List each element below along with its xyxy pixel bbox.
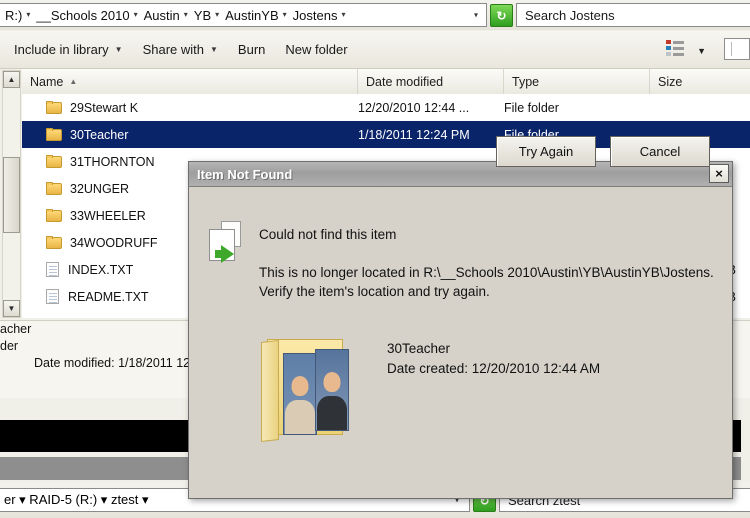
cancel-button[interactable]: Cancel xyxy=(610,136,710,167)
cell-name: 29Stewart K xyxy=(22,101,358,115)
table-row[interactable]: 29Stewart K 12/20/2010 12:44 ... File fold… xyxy=(22,94,750,121)
cmd-label: New folder xyxy=(285,42,348,57)
column-label: Date modified xyxy=(366,74,444,89)
breadcrumb-item[interactable]: YB xyxy=(191,8,214,23)
folder-icon xyxy=(46,209,62,222)
preview-pane-button[interactable] xyxy=(724,38,750,60)
sort-ascending-icon: ▲ xyxy=(69,77,78,86)
refresh-button[interactable]: ↻ xyxy=(490,4,513,27)
breadcrumb-item[interactable]: R:) xyxy=(2,8,25,23)
text-file-icon xyxy=(46,289,59,304)
vertical-scrollbar[interactable]: ▲ ▼ xyxy=(2,70,21,318)
bottom-breadcrumb-text: er ▾ RAID-5 (R:) ▾ ztest ▾ xyxy=(4,492,149,507)
column-header: Name ▲ Date modified Type Size xyxy=(22,69,750,95)
close-icon[interactable]: × xyxy=(709,164,729,183)
view-dropdown-arrow-icon[interactable]: ▼ xyxy=(697,46,706,56)
photo-thumbnail-1 xyxy=(283,353,317,435)
breadcrumb-item[interactable]: __Schools 2010 xyxy=(33,8,132,23)
address-bar: R:) ▾ __Schools 2010 ▾ Austin ▾ YB ▾ AustinYB ▾ Jo… xyxy=(0,0,750,30)
chevron-down-icon[interactable]: ▾ xyxy=(340,11,348,19)
scroll-up-button[interactable]: ▲ xyxy=(3,71,20,88)
item-not-found-dialog: Item Not Found × Could not find this ite… xyxy=(188,136,733,499)
column-label: Size xyxy=(658,74,683,89)
cell-type: File folder xyxy=(504,100,559,115)
cmd-burn[interactable]: Burn xyxy=(232,38,271,61)
cmd-share-with[interactable]: Share with ▼ xyxy=(137,38,224,61)
cmd-label: Include in library xyxy=(14,42,109,57)
folder-icon xyxy=(46,236,62,249)
breadcrumb-items: R:) ▾ __Schools 2010 ▾ Austin ▾ YB ▾ AustinYB ▾ Jo… xyxy=(2,8,348,23)
dialog-message: This is no longer located in R:\__School… xyxy=(259,265,714,299)
cmd-include-in-library[interactable]: Include in library ▼ xyxy=(8,38,129,61)
search-text: Search Jostens xyxy=(525,7,615,23)
dialog-button-row: Try Again Cancel xyxy=(496,136,710,167)
chevron-down-icon[interactable]: ▾ xyxy=(282,11,290,19)
photo-thumbnail-2 xyxy=(315,349,349,431)
refresh-icon: ↻ xyxy=(496,8,507,23)
file-name-label: 34WOODRUFF xyxy=(70,235,158,250)
search-input[interactable]: Search Jostens xyxy=(516,3,750,27)
folder-thumbnail xyxy=(261,333,357,443)
column-label: Type xyxy=(512,74,540,89)
folder-icon xyxy=(46,182,62,195)
file-name-label: README.TXT xyxy=(68,289,149,304)
command-bar: Include in library ▼ Share with ▼ Burn N… xyxy=(0,31,750,69)
file-name-label: INDEX.TXT xyxy=(68,262,134,277)
file-name-label: 31THORNTON xyxy=(70,154,155,169)
text-file-icon xyxy=(46,262,59,277)
file-name-label: 32UNGER xyxy=(70,181,130,196)
cmd-label: Share with xyxy=(142,42,204,57)
cell-date-modified: 1/18/2011 12:24 PM xyxy=(358,127,470,142)
chevron-down-icon: ▼ xyxy=(114,45,123,54)
breadcrumb[interactable]: R:) ▾ __Schools 2010 ▾ Austin ▾ YB ▾ AustinYB ▾ Jo… xyxy=(0,3,487,27)
scroll-down-button[interactable]: ▼ xyxy=(3,300,20,317)
file-name-label: 30Teacher xyxy=(70,127,129,142)
screen: R:) ▾ __Schools 2010 ▾ Austin ▾ YB ▾ AustinYB ▾ Jo… xyxy=(0,0,750,518)
chevron-down-icon[interactable]: ▾ xyxy=(474,11,478,20)
dialog-item-name: 30Teacher xyxy=(387,341,451,356)
scrollbar-thumb[interactable] xyxy=(3,157,20,233)
dialog-heading: Could not find this item xyxy=(259,227,397,242)
chevron-down-icon[interactable]: ▾ xyxy=(183,11,191,19)
folder-icon xyxy=(46,101,62,114)
column-name[interactable]: Name ▲ xyxy=(22,69,358,94)
try-again-button[interactable]: Try Again xyxy=(496,136,596,167)
folder-icon xyxy=(46,155,62,168)
chevron-down-icon[interactable]: ▾ xyxy=(133,11,141,19)
column-label: Name xyxy=(30,74,64,89)
item-not-found-icon xyxy=(207,221,251,269)
dialog-title: Item Not Found xyxy=(197,166,293,182)
chevron-down-icon: ▼ xyxy=(210,45,218,54)
cmd-new-folder[interactable]: New folder xyxy=(279,38,353,61)
view-layout-icon[interactable] xyxy=(666,40,686,58)
breadcrumb-item[interactable]: AustinYB xyxy=(222,8,281,23)
column-size[interactable]: Size xyxy=(650,69,750,94)
cmd-label: Burn xyxy=(237,42,266,57)
column-date-modified[interactable]: Date modified xyxy=(358,69,504,94)
dialog-item-date-created: Date created: 12/20/2010 12:44 AM xyxy=(387,361,601,376)
folder-icon xyxy=(46,128,62,141)
cell-date-modified: 12/20/2010 12:44 ... xyxy=(358,100,470,115)
file-name-label: 29Stewart K xyxy=(70,100,139,115)
breadcrumb-item[interactable]: Jostens xyxy=(290,8,341,23)
chevron-down-icon[interactable]: ▾ xyxy=(25,11,33,19)
file-name-label: 33WHEELER xyxy=(70,208,146,223)
breadcrumb-item[interactable]: Austin xyxy=(141,8,183,23)
column-type[interactable]: Type xyxy=(504,69,650,94)
cell-name: 30Teacher xyxy=(22,128,358,142)
chevron-down-icon[interactable]: ▾ xyxy=(214,11,222,19)
